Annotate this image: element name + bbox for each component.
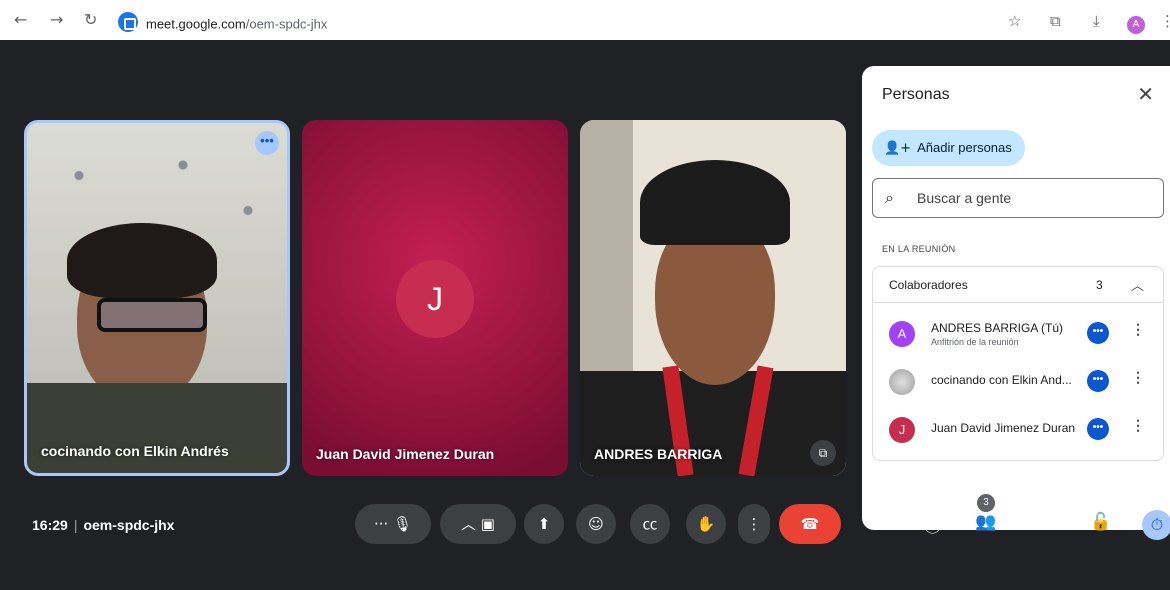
- more-vert-icon[interactable]: ⋮: [1131, 321, 1145, 338]
- meeting-code: oem-spdc-jhx: [83, 517, 175, 533]
- captions-button[interactable]: ㏄: [630, 504, 670, 544]
- chevron-up-icon[interactable]: ︿: [1131, 275, 1144, 294]
- participant-row: cocinando con Elkin And... ••• ⋮: [873, 359, 1163, 403]
- people-icon[interactable]: 👥: [975, 512, 996, 532]
- leave-call-button[interactable]: ☎: [779, 504, 841, 544]
- group-header[interactable]: Colaboradores 3 ︿: [873, 267, 1163, 303]
- camera-control[interactable]: ︿ ▣: [440, 504, 516, 544]
- timer-icon[interactable]: ⏱: [1142, 510, 1170, 540]
- participant-video-shirt: [27, 383, 287, 473]
- search-input[interactable]: ⌕ Buscar a gente: [872, 178, 1164, 218]
- host-controls-icon[interactable]: 🔓: [1090, 512, 1111, 532]
- participant-name: cocinando con Elkin And...: [931, 373, 1072, 387]
- participant-video-cap: [640, 160, 790, 245]
- camera-icon[interactable]: ▣: [481, 515, 495, 533]
- address-bar[interactable]: meet.google.com/oem-spdc-jhx: [146, 17, 327, 32]
- present-screen-button[interactable]: ⬆: [524, 504, 564, 544]
- tile-name-label: Juan David Jimenez Duran: [316, 446, 495, 462]
- participant-options-button[interactable]: •••: [1087, 370, 1109, 392]
- separator: |: [73, 517, 78, 533]
- add-people-button[interactable]: 👤+ Añadir personas: [872, 130, 1025, 166]
- emoji-icon: ☺: [588, 515, 604, 533]
- avatar: [889, 369, 915, 395]
- group-count: 3: [1096, 278, 1103, 292]
- search-icon: ⌕: [885, 188, 894, 207]
- section-label: EN LA REUNIÓN: [882, 244, 956, 254]
- participant-tile-juan[interactable]: J Juan David Jimenez Duran: [302, 120, 568, 476]
- avatar: J: [889, 417, 915, 443]
- picture-in-picture-icon[interactable]: ⧉: [810, 440, 836, 466]
- add-person-icon: 👤+: [884, 141, 912, 156]
- audio-options-icon[interactable]: ···: [374, 515, 393, 533]
- more-options-button[interactable]: ⋮: [738, 504, 770, 544]
- more-vert-icon[interactable]: ⋮: [1131, 417, 1145, 434]
- participant-video-hair: [67, 223, 217, 298]
- participant-options-button[interactable]: •••: [1087, 418, 1109, 440]
- people-panel: Personas ✕ 👤+ Añadir personas ⌕ Buscar a g…: [862, 66, 1170, 530]
- reactions-button[interactable]: ☺: [576, 504, 616, 544]
- browser-toolbar: ← → ↻ meet.google.com/oem-spdc-jhx ☆ ⧉ ⤓…: [0, 0, 1170, 40]
- participant-name: Juan David Jimenez Duran: [931, 421, 1076, 435]
- microphone-icon[interactable]: 🎙: [393, 515, 412, 533]
- activities-icon[interactable]: ⠿: [1048, 512, 1060, 532]
- hand-icon: ✋: [696, 515, 716, 533]
- panel-title: Personas: [882, 86, 950, 103]
- download-icon[interactable]: ⤓: [1093, 12, 1100, 30]
- participant-options-button[interactable]: •••: [1087, 322, 1109, 344]
- chevron-up-icon[interactable]: ︿: [461, 515, 481, 533]
- participant-tile-elkin[interactable]: ••• cocinando con Elkin Andrés: [24, 120, 290, 476]
- extensions-icon[interactable]: ⧉: [1050, 12, 1061, 30]
- participant-avatar: J: [396, 260, 474, 338]
- participant-count-badge: 3: [977, 494, 995, 512]
- participant-tile-andres[interactable]: ⧉ ANDRES BARRIGA: [580, 120, 846, 476]
- participant-row: J Juan David Jimenez Duran ••• ⋮: [873, 407, 1163, 451]
- group-title: Colaboradores: [889, 278, 968, 292]
- forward-icon[interactable]: →: [50, 10, 63, 29]
- captions-icon: ㏄: [642, 515, 658, 533]
- participant-name: ANDRES BARRIGA (Tú): [931, 321, 1064, 335]
- participant-row: A ANDRES BARRIGA (Tú) Anfitrión de la re…: [873, 311, 1163, 355]
- present-icon: ⬆: [537, 515, 551, 533]
- avatar: A: [889, 321, 915, 347]
- chat-icon[interactable]: ▤: [1003, 512, 1019, 532]
- search-placeholder: Buscar a gente: [917, 190, 1012, 206]
- more-vert-icon[interactable]: ⋮: [1131, 369, 1145, 386]
- info-icon[interactable]: ⓘ: [924, 512, 941, 537]
- tile-name-label: cocinando con Elkin Andrés: [41, 443, 229, 459]
- tile-name-label: ANDRES BARRIGA: [594, 446, 723, 462]
- more-vert-icon: ⋮: [746, 515, 762, 533]
- raise-hand-button[interactable]: ✋: [686, 504, 726, 544]
- tile-options-button[interactable]: •••: [255, 131, 279, 155]
- add-people-label: Añadir personas: [917, 140, 1012, 155]
- participant-video-glasses: [97, 298, 207, 332]
- browser-menu-icon[interactable]: ⋮: [1160, 12, 1170, 30]
- bookmark-star-icon[interactable]: ☆: [1008, 12, 1021, 30]
- mic-control[interactable]: ··· 🎙: [355, 504, 431, 544]
- profile-avatar[interactable]: A: [1127, 16, 1145, 34]
- url-host: meet.google.com: [146, 16, 246, 32]
- clock-time: 16:29: [32, 517, 68, 533]
- participant-group: Colaboradores 3 ︿ A ANDRES BARRIGA (Tú) …: [872, 266, 1164, 461]
- meeting-info: 16:29 | oem-spdc-jhx: [32, 517, 174, 533]
- end-call-icon: ☎: [800, 515, 820, 533]
- meet-site-icon: [118, 12, 138, 32]
- url-path: /oem-spdc-jhx: [245, 16, 328, 32]
- back-icon[interactable]: ←: [14, 10, 27, 29]
- close-icon[interactable]: ✕: [1137, 82, 1154, 106]
- participant-role: Anfitrión de la reunión: [931, 337, 1019, 347]
- reload-icon[interactable]: ↻: [84, 10, 97, 29]
